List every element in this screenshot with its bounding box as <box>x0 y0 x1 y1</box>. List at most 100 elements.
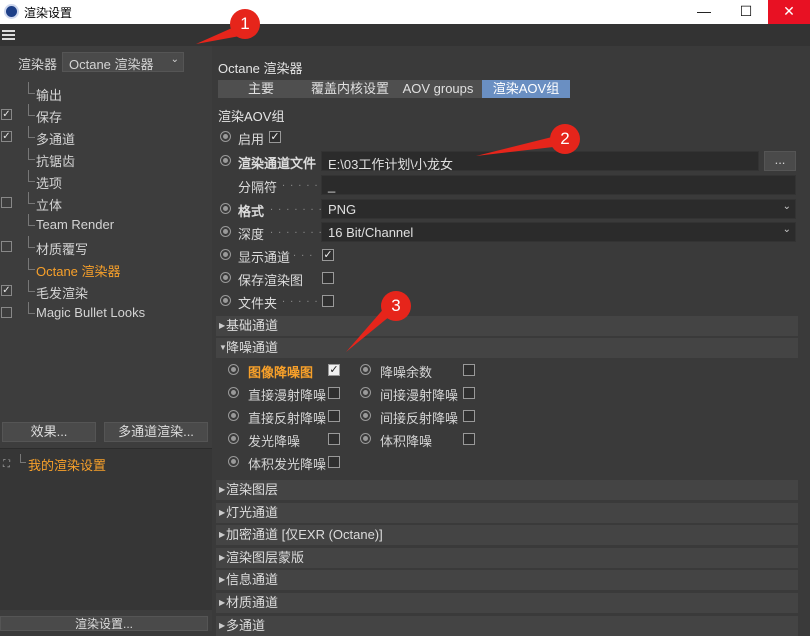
tree-item-checkbox[interactable] <box>1 197 12 208</box>
tree-item[interactable]: ✓ 多通道 <box>0 126 212 148</box>
tree-item[interactable]: 输出 <box>0 82 212 104</box>
animate-radio-icon[interactable] <box>360 364 371 375</box>
denoise-item-checkbox[interactable] <box>463 387 475 399</box>
folder-checkbox[interactable] <box>322 295 334 307</box>
tree-item-label: Octane 渲染器 <box>36 264 121 279</box>
tree-item[interactable]: 立体 <box>0 192 212 214</box>
tree-item[interactable]: Octane 渲染器 <box>0 258 212 280</box>
render-settings-list: ⛶ 我的渲染设置 <box>0 448 212 610</box>
animate-radio-icon[interactable] <box>360 387 371 398</box>
expand-icon[interactable]: ⛶ <box>3 459 10 470</box>
tree-item-checkbox[interactable]: ✓ <box>1 109 12 120</box>
browse-button[interactable]: ... <box>764 151 796 171</box>
group-basic-passes[interactable]: ▶ 基础通道 <box>216 316 798 336</box>
denoise-item-checkbox[interactable] <box>328 433 340 445</box>
tab-main[interactable]: 主要 <box>218 80 304 98</box>
collapsed-group[interactable]: ▶ 灯光通道 <box>216 502 798 523</box>
animate-radio-icon[interactable] <box>220 226 231 237</box>
tree-item-label: 保存 <box>36 110 63 125</box>
folder-label: 文件夹 <box>238 296 278 311</box>
animate-radio-icon[interactable] <box>220 249 231 260</box>
hamburger-menu-icon[interactable] <box>2 30 15 40</box>
denoise-item: 降噪余数 <box>360 359 500 381</box>
animate-radio-icon[interactable] <box>228 364 239 375</box>
format-label: 格式 <box>238 204 265 219</box>
window-title: 渲染设置 <box>24 6 73 20</box>
close-button[interactable]: ✕ <box>768 0 810 24</box>
animate-radio-icon[interactable] <box>220 131 231 142</box>
collapsed-group[interactable]: ▶ 渲染图层蒙版 <box>216 547 798 568</box>
denoise-item: 间接漫射降噪 <box>360 382 500 404</box>
tree-item[interactable]: ✓ 毛发渲染 <box>0 280 212 302</box>
tab-render-aov[interactable]: 渲染AOV组 <box>482 80 570 98</box>
tree-item[interactable]: ✓ 保存 <box>0 104 212 126</box>
tab-kernel-override[interactable]: 覆盖内核设置 <box>306 80 394 98</box>
tab-aov-groups[interactable]: AOV groups <box>396 80 480 98</box>
animate-radio-icon[interactable] <box>360 410 371 421</box>
denoise-item-label: 直接漫射降噪 <box>248 388 327 403</box>
minimize-button[interactable]: — <box>684 0 724 24</box>
animate-radio-icon[interactable] <box>228 410 239 421</box>
show-label: 显示通道 <box>238 250 291 265</box>
renderer-select[interactable]: Octane 渲染器 ⌄ <box>62 52 184 72</box>
tree-item[interactable]: 材质覆写 <box>0 236 212 258</box>
animate-radio-icon[interactable] <box>220 295 231 306</box>
animate-radio-icon[interactable] <box>228 456 239 467</box>
animate-radio-icon[interactable] <box>228 433 239 444</box>
denoise-item-checkbox[interactable] <box>328 410 340 422</box>
tree-item-checkbox[interactable] <box>1 307 12 318</box>
triangle-right-icon: ▶ <box>219 507 226 517</box>
maximize-button[interactable]: ☐ <box>726 0 766 24</box>
effects-button[interactable]: 效果... <box>2 422 96 442</box>
save-render-checkbox[interactable] <box>322 272 334 284</box>
tree-item[interactable]: Team Render <box>0 214 212 236</box>
tree-item[interactable]: 选项 <box>0 170 212 192</box>
triangle-right-icon: ▶ <box>219 575 226 585</box>
separator-input[interactable]: _ <box>321 175 796 195</box>
tree-item-label: 抗锯齿 <box>36 154 76 169</box>
collapsed-group[interactable]: ▶ 材质通道 <box>216 593 798 613</box>
settings-item-my-render[interactable]: 我的渲染设置 <box>28 455 106 474</box>
denoise-item-checkbox[interactable]: ✓ <box>328 364 340 376</box>
collapsed-group[interactable]: ▶ 渲染图层 <box>216 480 798 500</box>
animate-radio-icon[interactable] <box>220 155 231 166</box>
show-checkbox[interactable]: ✓ <box>322 249 334 261</box>
render-settings-button[interactable]: 渲染设置... <box>0 616 208 631</box>
tree-item-checkbox[interactable]: ✓ <box>1 285 12 296</box>
animate-radio-icon[interactable] <box>228 387 239 398</box>
format-row: 格式 . . . . . . . PNG ⌄ <box>218 198 808 220</box>
denoise-item: 发光降噪 <box>228 428 368 450</box>
collapsed-group[interactable]: ▶ 加密通道 [仅EXR (Octane)] <box>216 525 798 546</box>
denoise-item: 图像降噪图 ✓ <box>228 359 368 381</box>
group-denoise-passes[interactable]: ▼ 降噪通道 <box>216 338 798 358</box>
tree-item[interactable]: 抗锯齿 <box>0 148 212 170</box>
denoise-item-label: 间接反射降噪 <box>380 411 459 426</box>
cinema4d-icon <box>4 4 19 19</box>
animate-radio-icon[interactable] <box>220 272 231 283</box>
enable-checkbox[interactable]: ✓ <box>269 131 281 143</box>
multipass-render-button[interactable]: 多通道渲染... <box>104 422 208 442</box>
tree-item-label: Magic Bullet Looks <box>36 305 146 320</box>
folder-row: 文件夹 . . . . . <box>218 290 808 312</box>
chevron-down-icon: ⌄ <box>782 201 791 212</box>
save-render-row: 保存渲染图 <box>218 267 808 289</box>
file-path-input[interactable]: E:\03工作计划\小龙女 <box>321 151 759 172</box>
denoise-item-checkbox[interactable] <box>328 387 340 399</box>
denoise-item-checkbox[interactable] <box>328 456 340 468</box>
tree-item-checkbox[interactable] <box>1 241 12 252</box>
denoise-item-checkbox[interactable] <box>463 410 475 422</box>
tree-item-label: 选项 <box>36 176 63 191</box>
denoise-item-checkbox[interactable] <box>463 433 475 445</box>
format-select[interactable]: PNG ⌄ <box>321 199 796 219</box>
collapsed-group[interactable]: ▶ 信息通道 <box>216 570 798 591</box>
annotation-badge-1: 1 <box>230 9 260 39</box>
panel-title: Octane 渲染器 <box>218 61 303 76</box>
depth-select[interactable]: 16 Bit/Channel ⌄ <box>321 222 796 242</box>
collapsed-group[interactable]: ▶ 多通道 <box>216 615 798 636</box>
animate-radio-icon[interactable] <box>220 203 231 214</box>
tree-item[interactable]: Magic Bullet Looks <box>0 302 212 324</box>
denoise-item-checkbox[interactable] <box>463 364 475 376</box>
denoise-item-label: 发光降噪 <box>248 434 301 449</box>
animate-radio-icon[interactable] <box>360 433 371 444</box>
tree-item-checkbox[interactable]: ✓ <box>1 131 12 142</box>
